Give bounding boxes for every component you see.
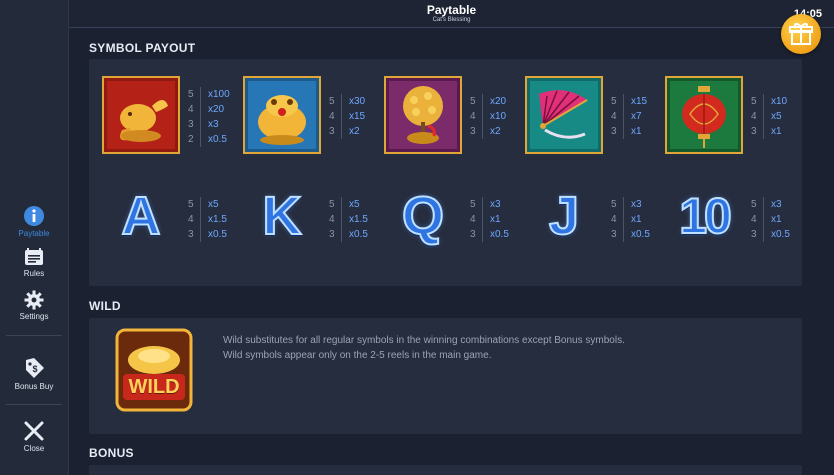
payout-list-money-tree: 5 x20 4 x10 3 x2 (470, 94, 507, 139)
sidebar-item-paytable[interactable]: Paytable (6, 205, 62, 238)
sidebar-item-label: Rules (23, 269, 45, 278)
wild-symbol: WILD (113, 326, 195, 414)
sidebar-item-settings[interactable]: Settings (6, 290, 62, 321)
sidebar-item-label: Settings (19, 312, 49, 321)
wild-description-line-2: Wild symbols appear only on the 2-5 reel… (223, 350, 492, 361)
wild-description-line-1: Wild substitutes for all regular symbols… (223, 335, 625, 346)
sidebar-divider (6, 404, 62, 405)
close-icon (24, 421, 44, 441)
symbol-money-tree (384, 76, 462, 154)
wild-symbol-label: WILD (128, 376, 180, 398)
sidebar-item-bonus-buy[interactable]: $ Bonus Buy (6, 356, 62, 391)
bonus-buy-icon: $ (26, 358, 44, 378)
symbol-lantern (665, 76, 743, 154)
page-title: Paytable (426, 3, 477, 17)
sidebar-divider (6, 335, 62, 336)
payout-list-fan: 5 x15 4 x7 3 x1 (611, 94, 648, 139)
payout-list-golden-koi: 5 x100 4 x20 3 x3 2 x0.5 (188, 87, 230, 147)
payout-list-j: 5 x3 4 x1 3 x0.5 (611, 197, 650, 242)
symbol-letter-j: J (548, 185, 580, 247)
symbol-letter-a: A (121, 185, 162, 247)
symbol-golden-toad (243, 76, 321, 154)
game-subtitle: Cat's Blessing (432, 17, 471, 23)
symbol-letter-k: K (262, 185, 303, 247)
payout-list-a: 5 x5 4 x1.5 3 x0.5 (188, 197, 227, 242)
gift-icon (789, 23, 813, 45)
gift-button[interactable] (781, 14, 821, 54)
symbol-fan (525, 76, 603, 154)
bonus-panel (89, 465, 802, 475)
sidebar-item-label: Paytable (18, 229, 50, 238)
sidebar: Paytable Rules Settings $ Bonus Buy Clos… (0, 0, 69, 475)
sidebar-item-label: Close (23, 444, 45, 453)
wild-description: Wild substitutes for all regular symbols… (223, 333, 783, 363)
sidebar-item-rules[interactable]: Rules (6, 247, 62, 278)
payout-list-10: 5 x3 4 x1 3 x0.5 (751, 197, 790, 242)
section-title-wild: WILD (89, 299, 121, 313)
payout-list-lantern: 5 x10 4 x5 3 x1 (751, 94, 788, 139)
svg-text:$: $ (32, 364, 37, 374)
payout-list-golden-toad: 5 x30 4 x15 3 x2 (329, 94, 366, 139)
sidebar-item-label: Bonus Buy (14, 382, 54, 391)
info-icon (24, 206, 44, 226)
section-title-symbol-payout: SYMBOL PAYOUT (89, 41, 196, 55)
sidebar-item-close[interactable]: Close (6, 420, 62, 453)
payout-list-k: 5 x5 4 x1.5 3 x0.5 (329, 197, 368, 242)
symbol-letter-10: 10 (678, 187, 733, 245)
symbol-golden-koi (102, 76, 180, 154)
header: Paytable Cat's Blessing 14:05 (69, 0, 834, 28)
symbol-letter-q: Q (401, 185, 445, 247)
gear-icon (24, 290, 44, 310)
section-title-bonus: BONUS (89, 446, 134, 460)
payout-list-q: 5 x3 4 x1 3 x0.5 (470, 197, 509, 242)
rules-icon (25, 248, 43, 265)
